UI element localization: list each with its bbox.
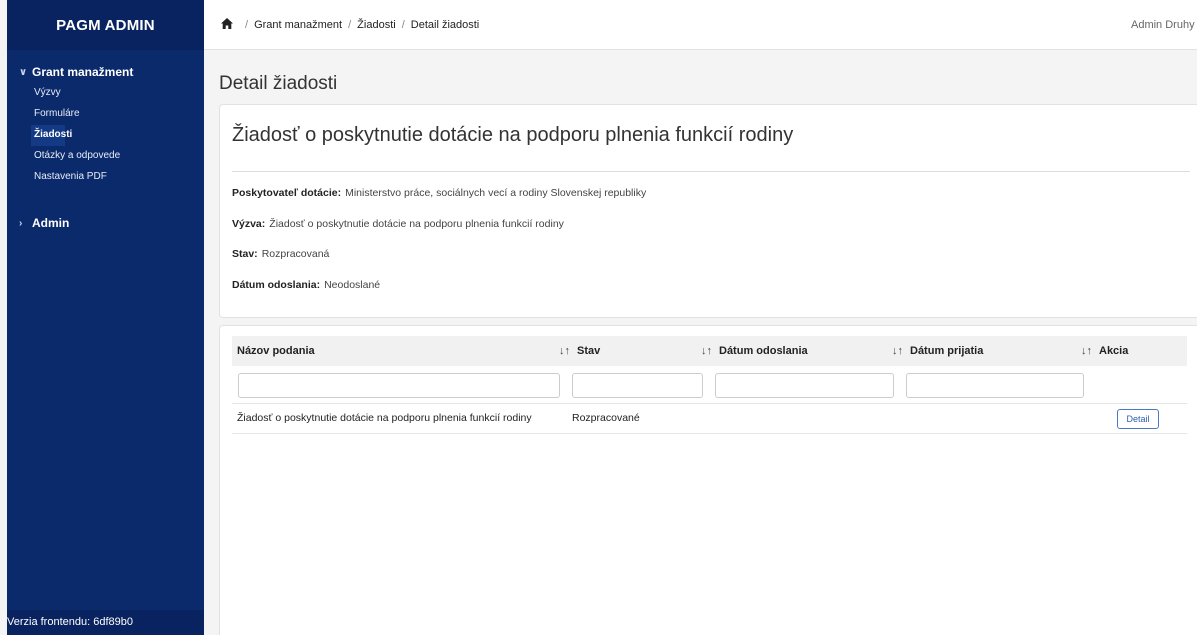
table-header: Názov podania ↓↑ Stav ↓↑ Dátum odoslania… bbox=[232, 336, 1187, 366]
nav-group-label: Admin bbox=[32, 216, 70, 230]
field-value: Rozpracovaná bbox=[261, 248, 330, 260]
sidebar-item-ziadosti[interactable]: Žiadosti bbox=[31, 125, 72, 146]
nav-group-admin: › Admin bbox=[7, 216, 204, 230]
breadcrumb-separator: / bbox=[401, 18, 405, 31]
field-value: Neodoslané bbox=[324, 279, 381, 291]
chevron-right-icon: › bbox=[19, 217, 23, 229]
application-detail-card: Žiadosť o poskytnutie dotácie na podporu… bbox=[219, 104, 1197, 318]
column-header-status[interactable]: Stav ↓↑ bbox=[572, 336, 714, 366]
filter-name-input[interactable] bbox=[238, 373, 560, 398]
column-header-label: Dátum odoslania bbox=[719, 345, 808, 357]
nav-group-toggle-grant-management[interactable]: ∨ Grant manažment bbox=[19, 65, 204, 79]
sidebar: PAGM ADMIN ∨ Grant manažment Výzvy Formu… bbox=[7, 0, 204, 635]
nav-group-toggle-admin[interactable]: › Admin bbox=[19, 216, 204, 230]
table-filters bbox=[232, 373, 1187, 399]
breadcrumb: / Grant manažment / Žiadosti / Detail ži… bbox=[204, 17, 480, 32]
column-header-label: Stav bbox=[577, 345, 601, 357]
breadcrumb-grant-management[interactable]: Grant manažment bbox=[254, 19, 342, 31]
cell-name: Žiadosť o poskytnutie dotácie na podporu… bbox=[237, 412, 532, 424]
cell-status: Rozpracované bbox=[572, 412, 640, 424]
column-header-label: Názov podania bbox=[237, 345, 315, 357]
chevron-down-icon: ∨ bbox=[19, 66, 28, 78]
filter-received-date-input[interactable] bbox=[906, 373, 1084, 398]
page-title: Detail žiadosti bbox=[219, 73, 338, 94]
breadcrumb-separator: / bbox=[245, 18, 249, 31]
field-label: Výzva: bbox=[232, 218, 266, 230]
frontend-version: Verzia frontendu: 6df89b0 bbox=[7, 610, 204, 635]
topbar: / Grant manažment / Žiadosti / Detail ži… bbox=[204, 0, 1197, 50]
filter-status-input[interactable] bbox=[572, 373, 703, 398]
field-label: Poskytovateľ dotácie: bbox=[232, 187, 342, 199]
user-menu[interactable]: Admin Druhy bbox=[1131, 19, 1197, 31]
sidebar-item-nastavenia-pdf[interactable]: Nastavenia PDF bbox=[34, 167, 204, 188]
column-header-label: Akcia bbox=[1099, 345, 1129, 357]
application-heading: Žiadosť o poskytnutie dotácie na podporu… bbox=[232, 124, 794, 146]
column-header-name[interactable]: Názov podania ↓↑ bbox=[232, 336, 572, 366]
detail-button[interactable]: Detail bbox=[1117, 409, 1159, 429]
sidebar-item-vyzvy[interactable]: Výzvy bbox=[34, 83, 204, 104]
sidebar-item-otazky[interactable]: Otázky a odpovede bbox=[34, 146, 204, 167]
column-header-sent-date[interactable]: Dátum odoslania ↓↑ bbox=[714, 336, 905, 366]
field-sent-date: Dátum odoslania: Neodoslané bbox=[232, 279, 380, 291]
sort-icon[interactable]: ↓↑ bbox=[559, 336, 570, 366]
field-status: Stav: Rozpracovaná bbox=[232, 248, 329, 260]
sort-icon[interactable]: ↓↑ bbox=[892, 336, 903, 366]
breadcrumb-ziadosti[interactable]: Žiadosti bbox=[357, 19, 396, 31]
home-icon[interactable] bbox=[221, 17, 233, 32]
nav-group-label: Grant manažment bbox=[32, 65, 134, 79]
field-label: Dátum odoslania: bbox=[232, 279, 321, 291]
breadcrumb-separator: / bbox=[348, 18, 352, 31]
divider bbox=[232, 171, 1190, 172]
field-label: Stav: bbox=[232, 248, 258, 260]
column-header-received-date[interactable]: Dátum prijatia ↓↑ bbox=[905, 336, 1094, 366]
app-brand[interactable]: PAGM ADMIN bbox=[7, 0, 204, 50]
breadcrumb-current: Detail žiadosti bbox=[410, 18, 480, 31]
sidebar-item-formulare[interactable]: Formuláre bbox=[34, 104, 204, 125]
table-row: Žiadosť o poskytnutie dotácie na podporu… bbox=[232, 403, 1187, 434]
submissions-table-card: Názov podania ↓↑ Stav ↓↑ Dátum odoslania… bbox=[219, 325, 1197, 635]
field-call: Výzva: Žiadosť o poskytnutie dotácie na p… bbox=[232, 218, 564, 230]
field-provider: Poskytovateľ dotácie: Ministerstvo práce,… bbox=[232, 187, 646, 199]
column-header-label: Dátum prijatia bbox=[910, 345, 984, 357]
field-value: Ministerstvo práce, sociálnych vecí a ro… bbox=[345, 187, 647, 199]
sort-icon[interactable]: ↓↑ bbox=[701, 336, 712, 366]
field-value: Žiadosť o poskytnutie dotácie na podporu… bbox=[269, 218, 564, 230]
sort-icon[interactable]: ↓↑ bbox=[1081, 336, 1092, 366]
column-header-action: Akcia bbox=[1094, 336, 1187, 366]
filter-sent-date-input[interactable] bbox=[715, 373, 894, 398]
nav-group-grant-management: ∨ Grant manažment Výzvy Formuláre Žiados… bbox=[7, 65, 204, 188]
